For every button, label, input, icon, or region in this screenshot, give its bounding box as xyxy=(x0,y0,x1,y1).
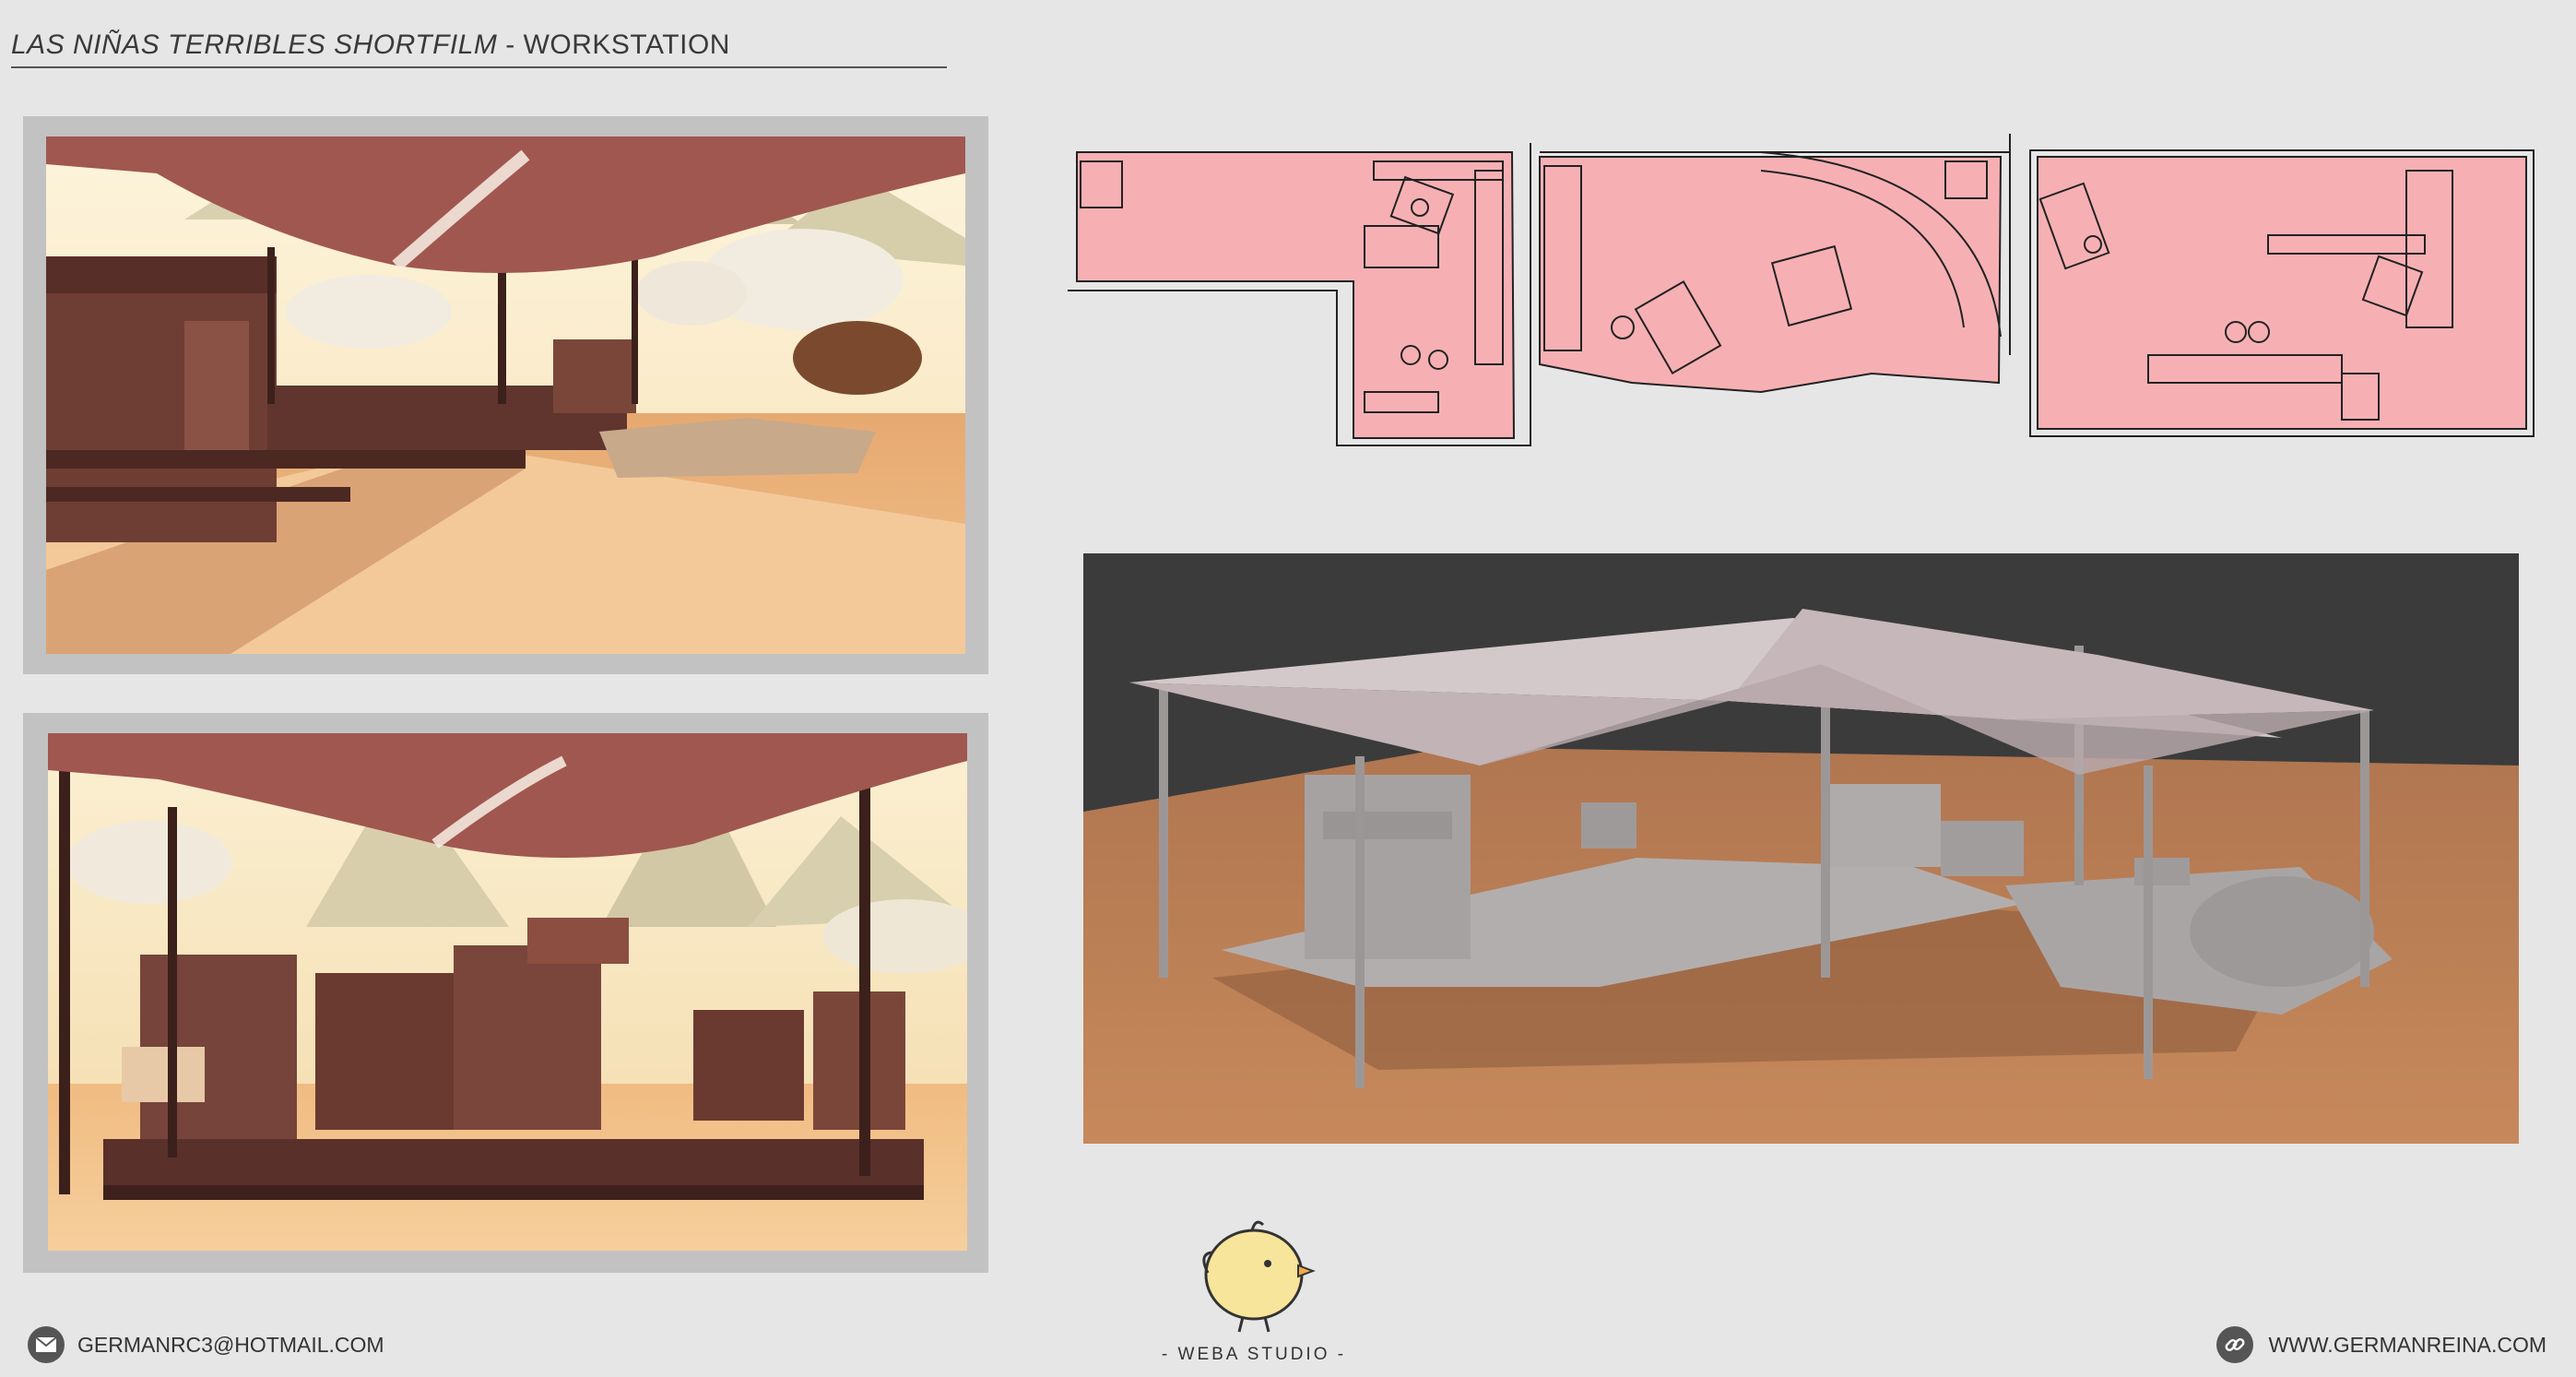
envelope-icon xyxy=(28,1326,65,1363)
link-icon xyxy=(2216,1326,2254,1363)
title-sub: WORKSTATION xyxy=(523,30,730,60)
contact-email[interactable]: GERMANRC3@HOTMAIL.COM xyxy=(28,1324,384,1365)
contact-website[interactable]: WWW.GERMANREINA.COM xyxy=(2216,1324,2546,1365)
concept-frame-top xyxy=(23,116,988,674)
3d-blockout-render xyxy=(1083,553,2519,1144)
email-text: GERMANRC3@HOTMAIL.COM xyxy=(77,1332,384,1357)
logo-text: - WEBA STUDIO - xyxy=(1161,1345,1347,1364)
page-title: LAS NIÑAS TERRIBLES SHORTFILM - WORKSTAT… xyxy=(11,30,730,61)
concept-painting-top xyxy=(46,137,965,654)
floorplan-sketches xyxy=(1068,134,2535,446)
weba-studio-logo: - WEBA STUDIO - xyxy=(1152,1199,1355,1374)
chick-mascot-icon xyxy=(1202,1220,1316,1333)
concept-frame-bottom xyxy=(23,713,988,1273)
title-separator: - xyxy=(497,30,524,60)
floorplan-middle xyxy=(1539,134,2011,394)
title-main: LAS NIÑAS TERRIBLES SHORTFILM xyxy=(11,30,498,60)
header: LAS NIÑAS TERRIBLES SHORTFILM - WORKSTAT… xyxy=(11,30,947,68)
floorplan-right xyxy=(2029,149,2535,437)
website-text: WWW.GERMANREINA.COM xyxy=(2268,1332,2546,1357)
concept-painting-bottom xyxy=(48,733,967,1251)
floorplan-left xyxy=(1068,143,1531,446)
